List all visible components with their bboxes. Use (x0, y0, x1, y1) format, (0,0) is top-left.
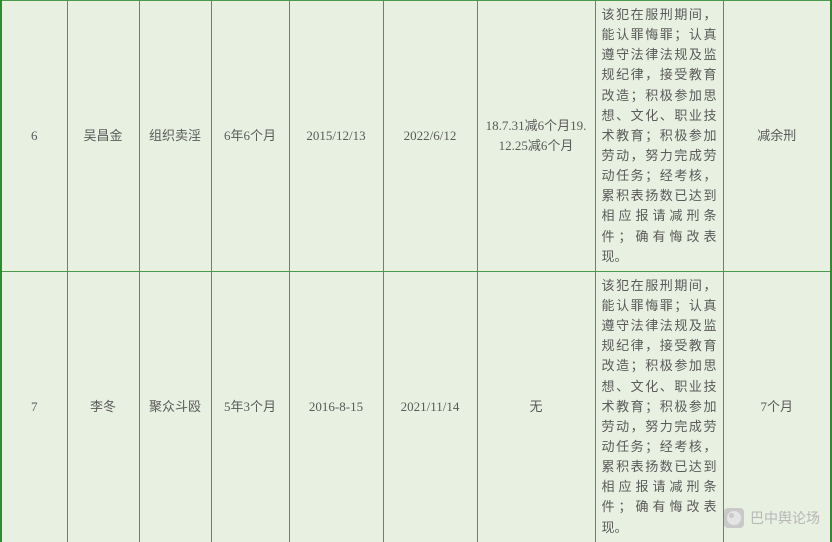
cell-proposal: 7个月 (723, 271, 831, 542)
cell-index: 6 (1, 1, 67, 272)
cell-index: 7 (1, 271, 67, 542)
table-row: 7 李冬 聚众斗殴 5年3个月 2016-8-15 2021/11/14 无 该… (1, 271, 831, 542)
cell-sentence: 6年6个月 (211, 1, 289, 272)
reduction-table: 6 吴昌金 组织卖淫 6年6个月 2015/12/13 2022/6/12 18… (0, 0, 832, 542)
cell-prior: 18.7.31减6个月19.12.25减6个月 (477, 1, 595, 272)
cell-start: 2016-8-15 (289, 271, 383, 542)
document-sheet: 6 吴昌金 组织卖淫 6年6个月 2015/12/13 2022/6/12 18… (0, 0, 832, 542)
cell-start: 2015/12/13 (289, 1, 383, 272)
cell-crime: 聚众斗殴 (139, 271, 211, 542)
cell-proposal: 减余刑 (723, 1, 831, 272)
cell-sentence: 5年3个月 (211, 271, 289, 542)
cell-end: 2021/11/14 (383, 271, 477, 542)
cell-name: 李冬 (67, 271, 139, 542)
table-row: 6 吴昌金 组织卖淫 6年6个月 2015/12/13 2022/6/12 18… (1, 1, 831, 272)
cell-eval: 该犯在服刑期间，能认罪悔罪；认真遵守法律法规及监规纪律，接受教育改造；积极参加思… (595, 271, 723, 542)
cell-crime: 组织卖淫 (139, 1, 211, 272)
cell-prior: 无 (477, 271, 595, 542)
cell-eval: 该犯在服刑期间，能认罪悔罪；认真遵守法律法规及监规纪律，接受教育改造；积极参加思… (595, 1, 723, 272)
cell-name: 吴昌金 (67, 1, 139, 272)
cell-end: 2022/6/12 (383, 1, 477, 272)
